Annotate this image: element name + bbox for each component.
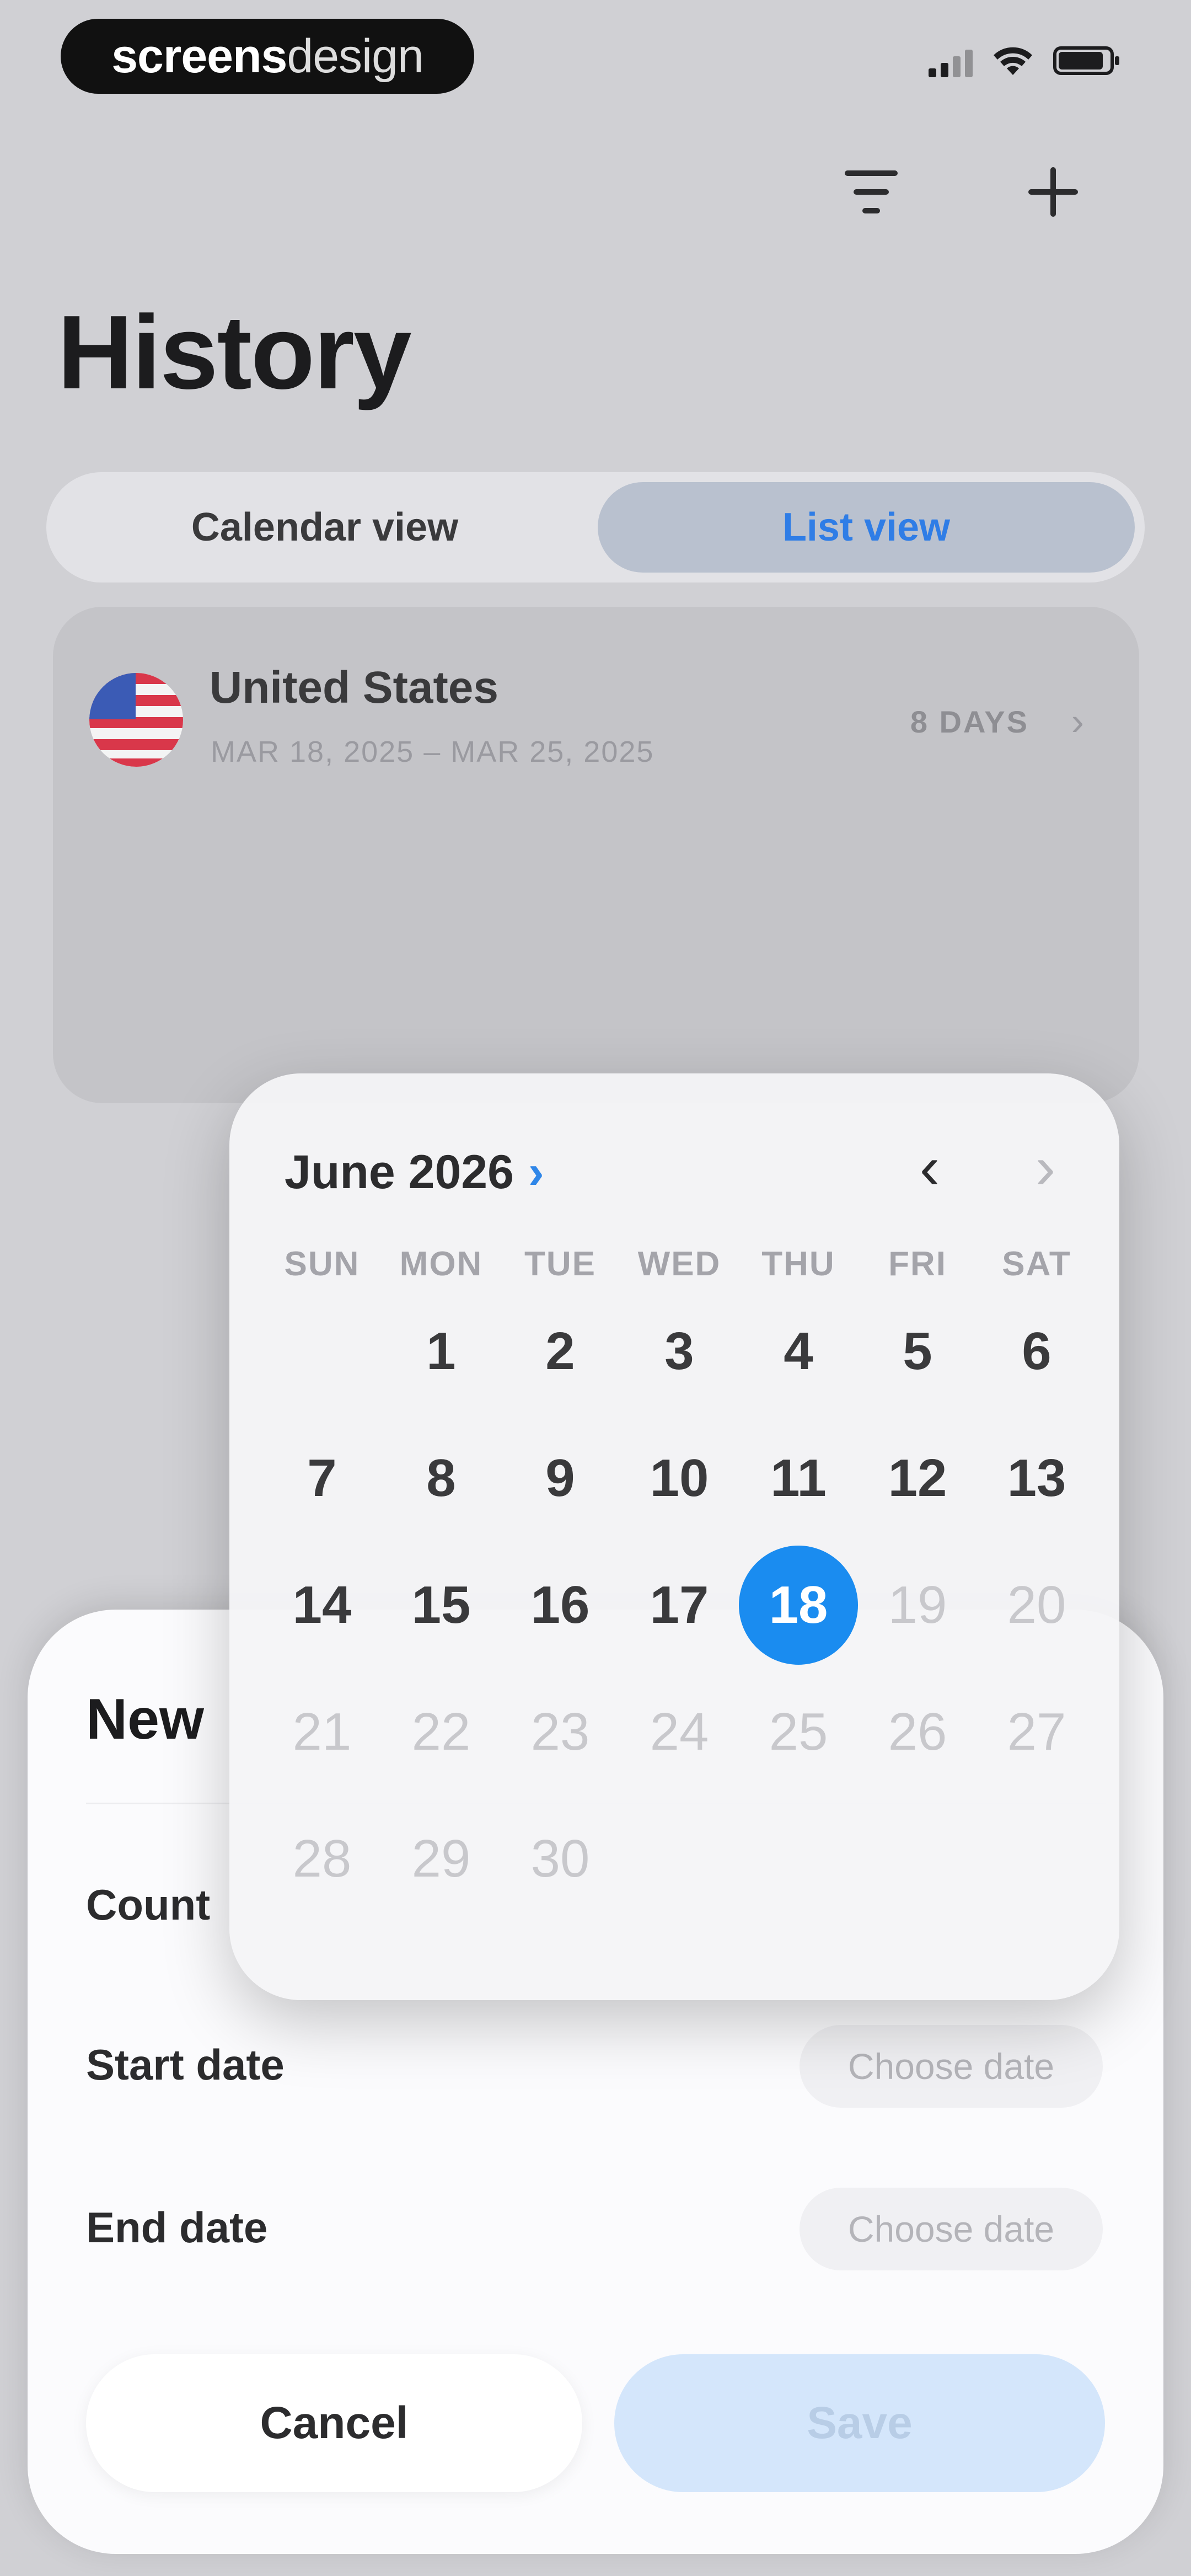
page-title: History: [57, 294, 412, 411]
trip-duration: 8 DAYS: [910, 704, 1029, 739]
chevron-right-icon: ›: [528, 1146, 544, 1199]
watermark-light: design: [287, 29, 423, 83]
tab-list-view[interactable]: List view: [598, 482, 1135, 573]
month-year-selector[interactable]: June 2026 ›: [285, 1145, 544, 1200]
battery-icon: [1053, 46, 1119, 75]
calendar-month-label: June 2026: [285, 1146, 514, 1199]
calendar-day: 27: [1007, 1702, 1066, 1761]
calendar-day: 30: [530, 1829, 590, 1888]
wifi-icon: [994, 47, 1032, 75]
trip-country: United States: [210, 662, 498, 713]
start-date-label: Start date: [86, 2040, 285, 2089]
calendar-day: 28: [292, 1829, 352, 1888]
weekday-wed: WED: [637, 1245, 721, 1283]
calendar-day[interactable]: 10: [620, 1419, 739, 1538]
calendar-day: 21: [292, 1702, 352, 1761]
us-flag-icon: [89, 673, 183, 767]
calendar-day: 26: [888, 1702, 947, 1761]
chevron-left-icon: ‹: [919, 1133, 940, 1201]
calendar-day[interactable]: 6: [977, 1292, 1096, 1411]
end-date-picker[interactable]: Choose date: [800, 2188, 1103, 2270]
calendar-day[interactable]: 18: [739, 1546, 858, 1665]
filter-button[interactable]: [822, 142, 921, 242]
watermark-bold: screens: [111, 29, 287, 83]
weekday-mon: MON: [399, 1245, 483, 1283]
trip-dates: MAR 18, 2025 – MAR 25, 2025: [211, 735, 654, 768]
view-segmented-control: Calendar view List view: [46, 472, 1145, 582]
calendar-day[interactable]: 15: [382, 1546, 501, 1665]
chevron-right-icon: ›: [1035, 1133, 1056, 1201]
cancel-button[interactable]: Cancel: [86, 2354, 582, 2492]
cellular-signal-icon: [929, 44, 973, 77]
end-date-label: End date: [86, 2203, 268, 2252]
calendar-day: 24: [650, 1702, 709, 1761]
calendar-day: 19: [888, 1575, 947, 1634]
save-button[interactable]: Save: [614, 2354, 1105, 2492]
sheet-title: New: [86, 1687, 204, 1751]
watermark-logo: screens design: [61, 19, 474, 94]
calendar-day[interactable]: 16: [501, 1546, 620, 1665]
date-picker-popover: June 2026 › ‹ › SUN MON TUE WED THU FRI SAT 1 2 3…: [229, 1073, 1119, 2000]
status-bar: [929, 44, 1119, 77]
calendar-day[interactable]: 7: [262, 1419, 382, 1538]
calendar-day[interactable]: 8: [382, 1419, 501, 1538]
start-date-picker[interactable]: Choose date: [800, 2025, 1103, 2108]
calendar-day: 29: [411, 1829, 471, 1888]
calendar-day[interactable]: 1: [382, 1292, 501, 1411]
calendar-day: 23: [530, 1702, 590, 1761]
next-month-button[interactable]: ›: [1012, 1133, 1079, 1201]
previous-month-button[interactable]: ‹: [897, 1133, 963, 1201]
calendar-day[interactable]: 14: [262, 1546, 382, 1665]
calendar-day: 25: [769, 1702, 828, 1761]
calendar-day[interactable]: 5: [858, 1292, 977, 1411]
add-button[interactable]: [1004, 142, 1103, 242]
weekday-thu: THU: [761, 1245, 835, 1283]
calendar-day[interactable]: 17: [620, 1546, 739, 1665]
calendar-day[interactable]: 13: [977, 1419, 1096, 1538]
weekday-sun: SUN: [284, 1245, 360, 1283]
weekday-sat: SAT: [1002, 1245, 1071, 1283]
filter-icon: [845, 170, 898, 213]
weekday-tue: TUE: [524, 1245, 596, 1283]
calendar-day[interactable]: 2: [501, 1292, 620, 1411]
calendar-day: 20: [1007, 1575, 1066, 1634]
country-label: Count: [86, 1880, 211, 1929]
calendar-day[interactable]: 3: [620, 1292, 739, 1411]
calendar-day[interactable]: 9: [501, 1419, 620, 1538]
calendar-day[interactable]: 12: [858, 1419, 977, 1538]
calendar-day[interactable]: 4: [739, 1292, 858, 1411]
tab-calendar-view[interactable]: Calendar view: [56, 482, 593, 573]
weekday-fri: FRI: [888, 1245, 947, 1283]
plus-icon: [1028, 167, 1078, 217]
chevron-right-icon: ›: [1071, 700, 1084, 743]
trip-card[interactable]: United States MAR 18, 2025 – MAR 25, 202…: [53, 607, 1139, 1103]
calendar-day[interactable]: 11: [739, 1419, 858, 1538]
calendar-day: 22: [411, 1702, 471, 1761]
